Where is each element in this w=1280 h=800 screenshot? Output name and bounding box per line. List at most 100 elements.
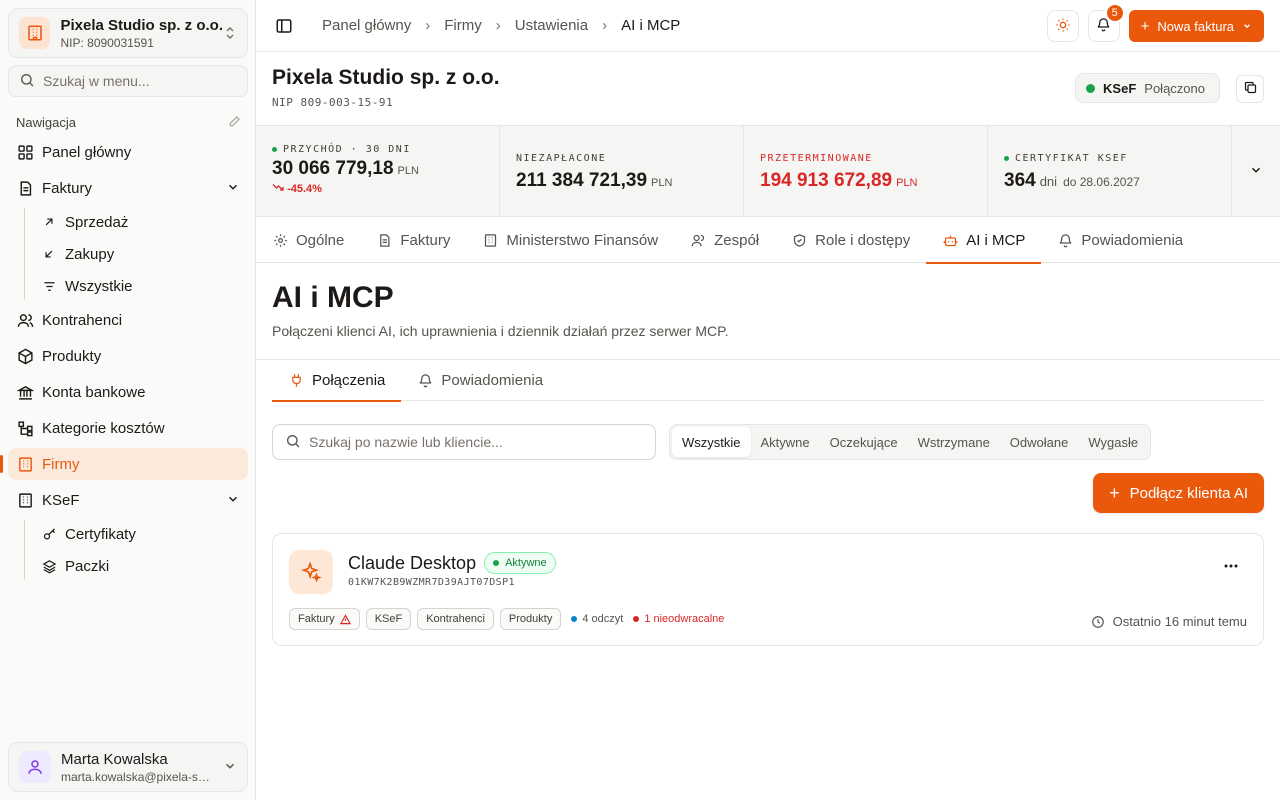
sidebar-item-packages[interactable]: Paczki <box>33 552 256 580</box>
stat-certificate-value-row: 364 dni do 28.06.2027 <box>1004 170 1215 192</box>
more-menu-button[interactable] <box>1221 554 1241 574</box>
stat-revenue: PRZYCHÓD · 30 DNI 30 066 779,18 PLN -45.4… <box>256 126 500 216</box>
stat-certificate-unit: dni <box>1039 174 1058 189</box>
chevron-right-icon: › <box>602 17 608 34</box>
status-badge-label: Aktywne <box>505 557 547 569</box>
notifications-button[interactable]: 5 <box>1087 3 1125 42</box>
search-icon <box>19 72 35 91</box>
scope-chip-products: Produkty <box>499 608 562 630</box>
settings-tabs: Ogólne Faktury Ministerstwo Finansów Zes… <box>256 217 1280 264</box>
subtab-label: Powiadomienia <box>441 372 544 389</box>
plug-icon <box>288 373 304 389</box>
more-horizontal-icon <box>1224 555 1238 573</box>
stat-revenue-trend-value: -45.4% <box>287 183 322 195</box>
irreversible-count-label: 1 nieodwracalne <box>644 613 725 625</box>
chevron-right-icon: › <box>425 17 431 34</box>
copy-button[interactable] <box>1236 75 1264 103</box>
status-badge: Aktywne <box>484 552 556 574</box>
stat-unpaid: NIEZAPŁACONE 211 384 721,39 PLN <box>500 126 744 216</box>
tab-ministry-finance[interactable]: Ministerstwo Finansów <box>482 217 674 263</box>
stat-revenue-value-row: 30 066 779,18 PLN <box>272 158 483 180</box>
org-switcher[interactable]: Pixela Studio sp. z o.o. NIP: 8090031591 <box>8 8 248 58</box>
sidebar-item-label: Kategorie kosztów <box>42 419 165 437</box>
status-dot-icon <box>571 616 578 622</box>
filter-all[interactable]: Wszystkie <box>672 427 751 457</box>
sidebar-toggle-icon[interactable] <box>274 16 294 36</box>
chevron-right-icon: › <box>495 17 501 34</box>
read-count-label: 4 odczyt <box>582 613 624 625</box>
building-icon <box>482 232 498 248</box>
tab-invoices[interactable]: Faktury <box>376 217 466 263</box>
tab-general[interactable]: Ogólne <box>272 217 360 263</box>
sidebar-item-dashboard[interactable]: Panel główny <box>8 136 248 168</box>
stat-overdue: PRZETERMINOWANE 194 913 672,89 PLN <box>744 126 988 216</box>
ksef-state: Połączono <box>1144 80 1205 96</box>
sidebar-item-sales[interactable]: Sprzedaż <box>33 208 256 236</box>
sidebar-item-certificates[interactable]: Certyfikaty <box>33 520 256 548</box>
pencil-icon[interactable] <box>228 114 242 131</box>
search-icon <box>285 433 301 452</box>
sidebar-item-products[interactable]: Produkty <box>8 340 248 372</box>
subtab-connections[interactable]: Połączenia <box>272 360 402 402</box>
sidebar-item-label: Konta bankowe <box>42 383 146 401</box>
connect-ai-client-button[interactable]: + Podłącz klienta AI <box>1093 473 1264 513</box>
breadcrumb-dashboard[interactable]: Panel główny <box>322 17 411 34</box>
sidebar-item-purchases[interactable]: Zakupy <box>33 240 256 268</box>
tab-label: Role i dostępy <box>815 231 911 249</box>
tab-team[interactable]: Zespół <box>690 217 775 263</box>
scope-chip-contractors: Kontrahenci <box>417 608 494 630</box>
sidebar-item-label: KSeF <box>42 491 80 509</box>
subtab-notifications[interactable]: Powiadomienia <box>401 360 559 401</box>
client-search-input[interactable] <box>309 434 639 450</box>
stat-certificate-label-row: CERTYFIKAT KSEF <box>1004 153 1215 164</box>
filter-revoked[interactable]: Odwołane <box>1000 427 1079 457</box>
new-invoice-button[interactable]: + Nowa faktura <box>1128 10 1264 42</box>
sidebar-item-all[interactable]: Wszystkie <box>33 272 256 300</box>
tab-ai-mcp[interactable]: AI i MCP <box>926 217 1042 264</box>
breadcrumb-current: AI i MCP <box>621 17 681 34</box>
breadcrumb-settings[interactable]: Ustawienia <box>515 17 588 34</box>
sidebar-item-ksef[interactable]: KSeF <box>8 484 248 516</box>
sidebar-search[interactable] <box>8 65 248 97</box>
sidebar-item-bank-accounts[interactable]: Konta bankowe <box>8 376 248 408</box>
main-content: Panel główny › Firmy › Ustawienia › AI i… <box>256 0 1280 800</box>
building-icon <box>16 455 34 473</box>
client-card[interactable]: Claude Desktop Aktywne 01KW7K2B9WZMR7D39… <box>272 533 1264 646</box>
client-scopes: Faktury KSeF Kontrahenci Produkty 4 odcz… <box>289 608 730 630</box>
client-id: 01KW7K2B9WZMR7D39AJT07DSP1 <box>348 577 515 588</box>
notification-count-badge: 5 <box>1104 3 1125 23</box>
sun-icon <box>1055 17 1071 36</box>
sidebar-item-label: Panel główny <box>42 143 132 161</box>
sidebar: Pixela Studio sp. z o.o. NIP: 8090031591… <box>0 0 256 800</box>
trend-down-icon <box>272 183 287 195</box>
filter-active[interactable]: Aktywne <box>751 427 820 457</box>
page-title: AI i MCP <box>272 281 394 314</box>
stat-unpaid-value-row: 211 384 721,39 PLN <box>516 170 727 192</box>
client-name-row: Claude Desktop Aktywne <box>348 552 556 574</box>
tab-label: Powiadomienia <box>1081 231 1184 249</box>
users-icon <box>690 232 706 248</box>
sidebar-item-label: Firmy <box>42 455 80 473</box>
sidebar-item-cost-categories[interactable]: Kategorie kosztów <box>8 412 248 444</box>
document-icon <box>16 179 34 197</box>
breadcrumb: Panel główny › Firmy › Ustawienia › AI i… <box>322 17 680 34</box>
stats-expand-button[interactable] <box>1232 126 1280 216</box>
sidebar-item-invoices[interactable]: Faktury <box>8 172 248 204</box>
client-search[interactable] <box>272 424 656 460</box>
sidebar-item-label: Certyfikaty <box>65 525 136 543</box>
sidebar-search-input[interactable] <box>43 73 233 89</box>
filter-expired[interactable]: Wygasłe <box>1078 427 1148 457</box>
theme-toggle-button[interactable] <box>1046 10 1079 42</box>
sidebar-item-contractors[interactable]: Kontrahenci <box>8 304 248 336</box>
sidebar-item-companies[interactable]: Firmy <box>0 448 248 480</box>
filter-pending[interactable]: Oczekujące <box>820 427 908 457</box>
user-menu[interactable]: Marta Kowalska marta.kowalska@pixela-stu… <box>8 742 248 792</box>
shield-check-icon <box>791 232 807 248</box>
nav-heading: Nawigacja <box>16 114 242 131</box>
tab-notifications[interactable]: Powiadomienia <box>1057 217 1199 263</box>
stat-certificate: CERTYFIKAT KSEF 364 dni do 28.06.2027 <box>988 126 1232 216</box>
tab-roles-access[interactable]: Role i dostępy <box>791 217 926 263</box>
breadcrumb-companies[interactable]: Firmy <box>444 17 482 34</box>
client-last-seen-label: Ostatnio 16 minut temu <box>1112 614 1247 629</box>
filter-paused[interactable]: Wstrzymane <box>908 427 1000 457</box>
